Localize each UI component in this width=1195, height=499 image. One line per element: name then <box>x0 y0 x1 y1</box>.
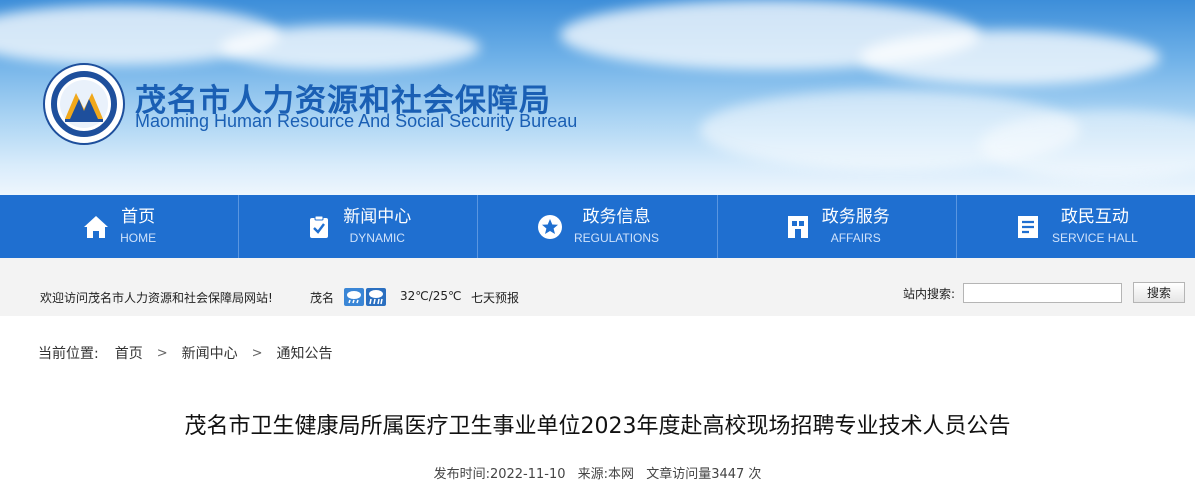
nav-en-label: HOME <box>120 231 157 245</box>
breadcrumb-prefix: 当前位置: <box>38 346 99 362</box>
nav-label: 新闻中心 <box>343 207 412 227</box>
breadcrumb-news[interactable]: 新闻中心 <box>182 343 238 363</box>
weather-city: 茂名 <box>310 291 335 305</box>
publish-time: 发布时间:2022-11-10 <box>433 467 566 482</box>
nav-en-label: DYNAMIC <box>349 231 405 245</box>
nav-label: 政务信息 <box>582 207 651 227</box>
nav-item-regulations[interactable]: 政务信息 REGULATIONS <box>478 195 718 258</box>
breadcrumb: 当前位置: 首页 > 新闻中心 > 通知公告 <box>38 343 333 363</box>
header-banner: 茂名市人力资源和社会保障局 Maoming Human Resource And… <box>0 0 1195 195</box>
info-bar: 欢迎访问茂名市人力资源和社会保障局网站! 茂名 32℃/25℃ 七天预报 站内搜… <box>0 258 1195 316</box>
search-label: 站内搜索: <box>903 287 956 301</box>
nav-item-news[interactable]: 新闻中心 DYNAMIC <box>239 195 479 258</box>
article-title: 茂名市卫生健康局所属医疗卫生事业单位2023年度赴高校现场招聘专业技术人员公告 <box>184 414 1011 439</box>
breadcrumb-home[interactable]: 首页 <box>115 343 143 363</box>
view-count: 文章访问量3447 次 <box>646 467 762 482</box>
search-button[interactable]: 搜索 <box>1133 282 1185 303</box>
chevron-right-icon: > <box>156 345 168 361</box>
service-icon <box>784 213 812 241</box>
nav-item-service-hall[interactable]: 政民互动 SERVICE HALL <box>957 195 1195 258</box>
seven-day-forecast-link[interactable]: 七天预报 <box>471 289 519 306</box>
ministry-emblem-icon <box>43 63 125 145</box>
nav-label: 首页 <box>121 207 156 227</box>
nav-en-label: AFFAIRS <box>830 231 881 245</box>
breadcrumb-notices[interactable]: 通知公告 <box>277 343 333 363</box>
nav-label: 政民互动 <box>1060 207 1129 227</box>
heavy-rain-cloud-icon <box>366 288 386 306</box>
nav-label: 政务服务 <box>821 207 890 227</box>
rain-cloud-icon <box>344 288 364 306</box>
clipboard-check-icon <box>305 213 333 241</box>
article-source: 来源:本网 <box>577 467 635 482</box>
welcome-text: 欢迎访问茂名市人力资源和社会保障局网站! <box>40 291 273 305</box>
main-nav: 首页 HOME 新闻中心 DYNAMIC 政务信息 REGULATIONS 政务… <box>0 195 1195 258</box>
site-subtitle: Maoming Human Resource And Social Securi… <box>135 111 578 131</box>
nav-item-home[interactable]: 首页 HOME <box>0 195 240 258</box>
temperature: 32℃/25℃ <box>400 289 462 303</box>
nav-item-affairs[interactable]: 政务服务 AFFAIRS <box>718 195 957 258</box>
nav-en-label: SERVICE HALL <box>1052 231 1138 245</box>
interaction-icon <box>1014 213 1042 241</box>
nav-en-label: REGULATIONS <box>573 231 660 245</box>
home-icon <box>82 213 110 241</box>
star-badge-icon <box>536 213 564 241</box>
article-meta: 发布时间:2022-11-10 来源:本网 文章访问量3447 次 <box>0 463 1195 482</box>
chevron-right-icon: > <box>251 345 263 361</box>
search-input[interactable] <box>963 283 1122 303</box>
